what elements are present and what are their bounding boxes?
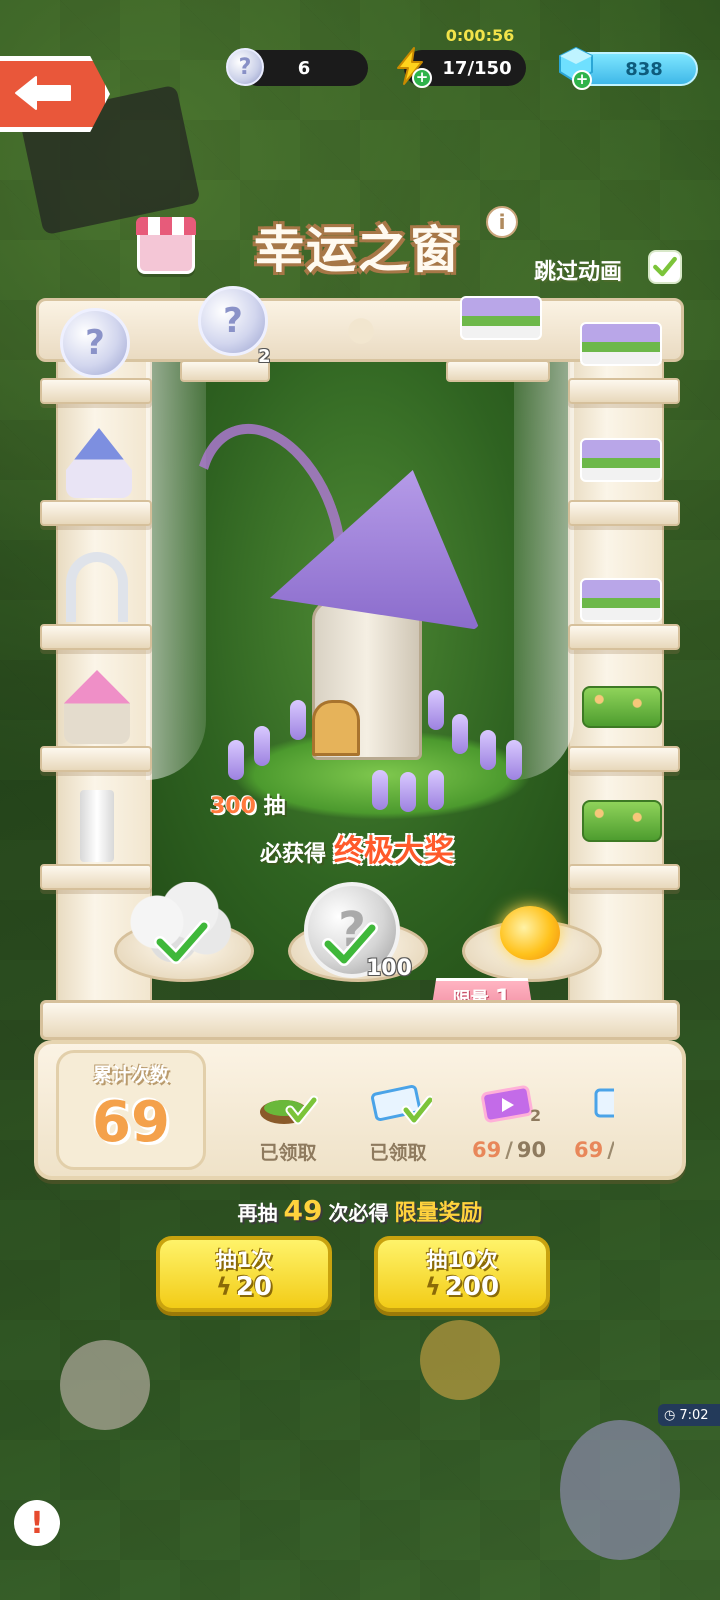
prize-draws-unit: 抽 <box>263 794 286 819</box>
draw-10-label: 抽10次 <box>426 1248 498 1272</box>
draw-1-label: 抽1次 <box>215 1248 273 1272</box>
coin-count: 6 <box>297 57 311 79</box>
milestone-progress: 69/90 <box>472 1138 547 1162</box>
milestone-claimed-label: 已领取 <box>259 1142 317 1164</box>
lavender-flower <box>428 770 444 810</box>
pity-tip: 再抽 49 次必得 限量奖励 <box>0 1194 720 1227</box>
cabinet-floor <box>40 1000 680 1040</box>
plant-pot-icon <box>260 1095 318 1125</box>
add-energy-icon[interactable]: + <box>412 68 432 88</box>
back-arrow-icon <box>15 76 71 110</box>
grand-prize-label: 终极大奖 <box>334 834 455 869</box>
draw-10-cost-value: 200 <box>444 1272 500 1302</box>
prize-guarantee: 必获得 <box>260 842 327 867</box>
lavender-flower <box>400 772 416 812</box>
shelf <box>40 378 152 404</box>
skip-animation-label[interactable]: 跳过动画 <box>534 254 622 286</box>
golden-treasure-icon <box>500 906 560 960</box>
shelf <box>40 500 152 526</box>
shelf <box>568 746 680 772</box>
lavender-planter-icon <box>580 578 662 622</box>
shelf <box>568 624 680 650</box>
skip-animation-checkbox[interactable] <box>648 250 682 284</box>
ticket-icon <box>594 1088 614 1118</box>
side-clock[interactable]: ◷ 7:02 <box>658 1404 720 1426</box>
prize-draws-text: 300 抽 <box>210 788 286 820</box>
check-icon <box>653 256 677 277</box>
shelf <box>568 864 680 890</box>
lavender-planter-icon <box>580 438 662 482</box>
tower-door <box>312 700 360 756</box>
draw-counter-value: 69 <box>92 1090 170 1155</box>
pillar-deco-icon <box>80 790 114 862</box>
silver-coin-icon: ? <box>60 308 130 378</box>
item-count: 2 <box>258 346 271 367</box>
tip-middle: 次必得 <box>328 1201 389 1225</box>
shelf <box>40 624 152 650</box>
draw-1-cost-value: 20 <box>235 1272 273 1302</box>
milestone-progress: 69/ <box>574 1138 614 1162</box>
milestone-badge: 2 <box>530 1106 542 1125</box>
lavender-flower <box>254 726 270 766</box>
lavender-flower <box>228 740 244 780</box>
gem-value: 838 <box>625 58 663 80</box>
draw-10-button[interactable]: 抽10次 ϟ 200 <box>374 1236 550 1312</box>
tip-prefix: 再抽 <box>237 1201 278 1225</box>
milestone-claimed-label: 已领取 <box>369 1142 427 1164</box>
lavender-flower <box>506 740 522 780</box>
shelf <box>568 500 680 526</box>
hedge-icon <box>582 686 662 728</box>
prize-draws: 300 <box>210 794 256 819</box>
shelf <box>180 360 270 382</box>
curtain-left <box>146 360 206 780</box>
back-button[interactable] <box>0 56 110 132</box>
lavender-flower <box>428 690 444 730</box>
add-gems-icon[interactable]: + <box>572 70 592 90</box>
lavender-planter-icon <box>460 296 542 340</box>
page-title: 幸运之窗 <box>254 220 462 279</box>
lavender-flower <box>452 714 468 754</box>
energy-bolt-icon: ϟ <box>215 1273 232 1301</box>
shelf <box>446 360 550 382</box>
side-clock-time: 7:02 <box>679 1407 709 1423</box>
milestone-total: 90 <box>516 1138 547 1162</box>
arch-icon <box>66 552 128 622</box>
lavender-flower <box>290 700 306 740</box>
lavender-flower <box>480 730 496 770</box>
alert-icon[interactable]: ! <box>14 1500 60 1546</box>
prize-guarantee-text: 必获得 终极大奖 <box>260 826 454 870</box>
hedge-icon <box>582 800 662 842</box>
energy-bolt-icon: ϟ <box>424 1273 441 1301</box>
energy-timer: 0:00:56 <box>445 26 515 45</box>
info-icon[interactable]: i <box>486 206 518 238</box>
lavender-planter-icon <box>580 322 662 366</box>
milestone-current: 69 <box>574 1138 604 1162</box>
milestone-clip: 69/ <box>570 1070 614 1170</box>
tip-reward: 限量奖励 <box>394 1201 483 1226</box>
curtain-right <box>514 360 574 780</box>
shelf <box>568 378 680 404</box>
shop-icon[interactable] <box>136 217 196 274</box>
shelf <box>40 746 152 772</box>
milestone-current: 69 <box>472 1138 502 1162</box>
tip-remaining: 49 <box>283 1194 323 1227</box>
item-count: 100 <box>366 956 412 981</box>
silver-coin-icon: ? <box>226 48 264 86</box>
ticket-icon <box>371 1084 432 1125</box>
energy-value: 17/150 <box>442 57 512 79</box>
lavender-flower <box>372 770 388 810</box>
draw-1-button[interactable]: 抽1次 ϟ 20 <box>156 1236 332 1312</box>
draw-10-cost: ϟ 200 <box>378 1272 546 1302</box>
check-icon <box>154 920 210 964</box>
draw-counter-label: 累计次数 <box>92 1064 169 1086</box>
draw-1-cost: ϟ 20 <box>160 1272 328 1302</box>
